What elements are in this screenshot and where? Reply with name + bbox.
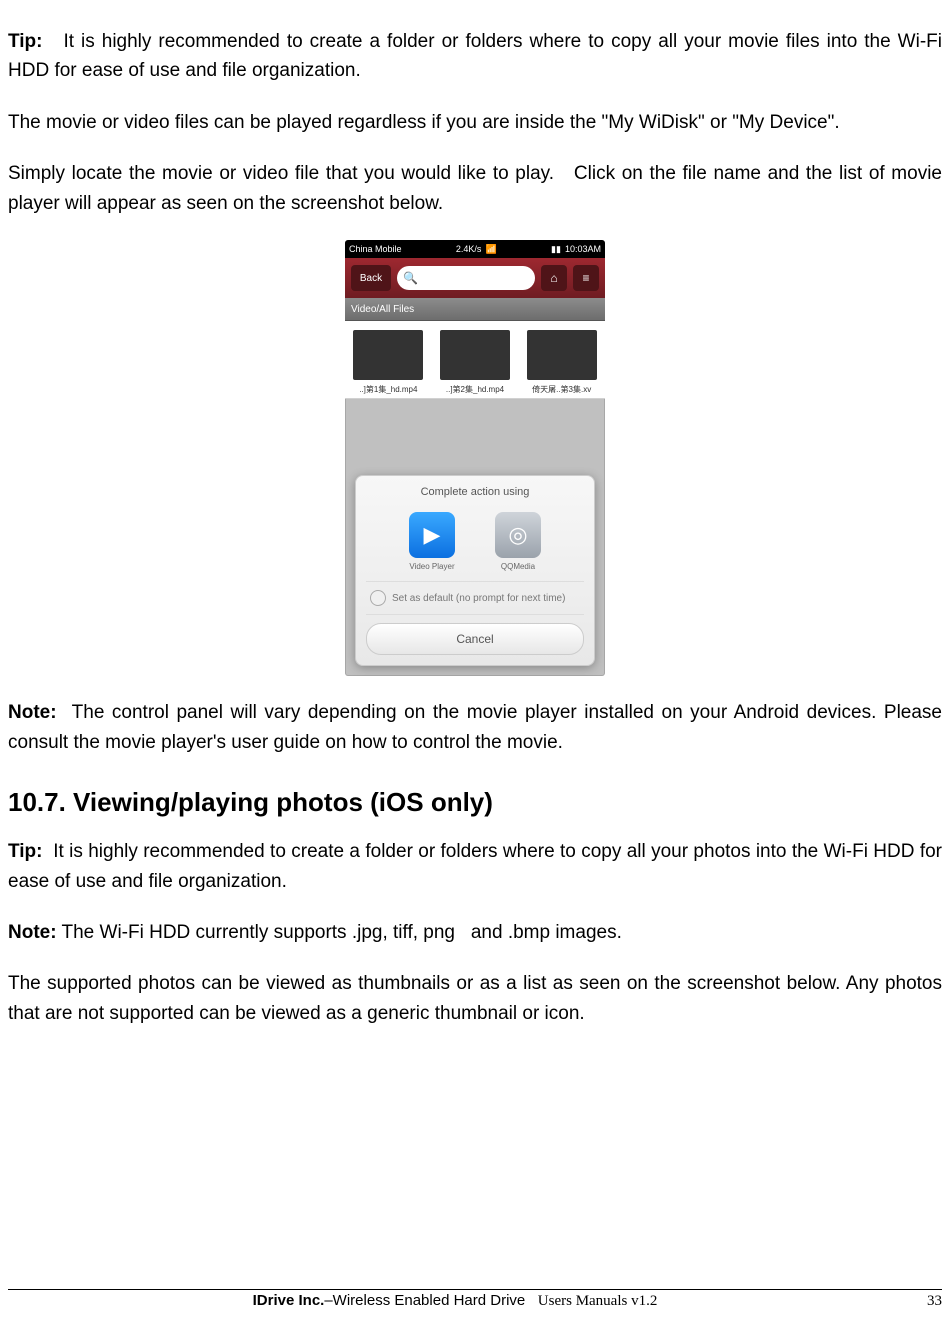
app-option-1-label: Video Player [409, 562, 454, 571]
speed-label: 2.4K/s [456, 244, 482, 254]
note-label-2: Note: [8, 922, 57, 943]
page-number: 33 [902, 1293, 942, 1310]
paragraph-3: Simply locate the movie or video file th… [8, 159, 942, 218]
video-thumb-3[interactable]: 倚天屠..第3集.xv [518, 321, 605, 399]
video-thumb-1[interactable]: ..]第1集_hd.mp4 [345, 321, 432, 399]
wifi-icon: 📶 [485, 244, 496, 255]
note-paragraph-1: Note: The control panel will vary depend… [8, 698, 942, 757]
action-sheet: Complete action using ▶ Video Player ◎ Q… [355, 475, 595, 666]
app-option-1[interactable]: ▶ Video Player [409, 512, 455, 571]
page-footer: IDrive Inc.–Wireless Enabled Hard Drive … [8, 1289, 942, 1310]
checkbox-icon [370, 590, 386, 606]
footer-right: Users Manuals v1.2 [538, 1293, 658, 1309]
status-bar: China Mobile 2.4K/s📶 ▮▮ 10:03AM [345, 240, 605, 258]
app-option-2-label: QQMedia [501, 562, 535, 571]
paragraph-2: The movie or video files can be played r… [8, 108, 942, 137]
note-text-2: The Wi-Fi HDD currently supports .jpg, t… [57, 922, 622, 943]
video-thumbnails-row: ..]第1集_hd.mp4 ..]第2集_hd.mp4 倚天屠..第3集.xv [345, 321, 605, 399]
screenshot-container: China Mobile 2.4K/s📶 ▮▮ 10:03AM Back 🔍 ⌂ … [8, 240, 942, 676]
tip-text-2: It is highly recommended to create a fol… [8, 841, 942, 891]
search-input[interactable]: 🔍 [397, 266, 535, 290]
tip-paragraph-2: Tip: It is highly recommended to create … [8, 837, 942, 896]
play-icon: ▶ [409, 512, 455, 558]
menu-icon[interactable]: ≡ [573, 265, 599, 291]
video-thumb-2-label: ..]第2集_hd.mp4 [446, 384, 504, 395]
set-default-label: Set as default (no prompt for next time) [392, 593, 565, 604]
footer-company-text: IDrive Inc. [253, 1292, 325, 1309]
footer-mid: –Wireless Enabled Hard Drive [324, 1292, 525, 1309]
time-label: 10:03AM [565, 244, 601, 254]
phone-screenshot: China Mobile 2.4K/s📶 ▮▮ 10:03AM Back 🔍 ⌂ … [345, 240, 605, 676]
app-navbar: Back 🔍 ⌂ ≡ [345, 258, 605, 298]
qq-icon: ◎ [495, 512, 541, 558]
tip-label-1: Tip: [8, 31, 42, 52]
note-paragraph-2: Note: The Wi-Fi HDD currently supports .… [8, 918, 942, 947]
section-heading: 10.7. Viewing/playing photos (iOS only) [8, 787, 942, 818]
search-icon: 🔍 [403, 271, 418, 285]
video-thumb-1-label: ..]第1集_hd.mp4 [359, 384, 417, 395]
note-label-1: Note: [8, 702, 57, 723]
tip-text-1: It is highly recommended to create a fol… [8, 31, 942, 81]
app-option-2[interactable]: ◎ QQMedia [495, 512, 541, 571]
cancel-button-label: Cancel [456, 632, 493, 646]
back-button-label: Back [360, 273, 382, 284]
footer-company: IDrive Inc. [253, 1292, 325, 1309]
video-thumb-2[interactable]: ..]第2集_hd.mp4 [432, 321, 519, 399]
tip-paragraph-1: Tip: It is highly recommended to create … [8, 27, 942, 86]
home-icon[interactable]: ⌂ [541, 265, 567, 291]
carrier-label: China Mobile [349, 244, 402, 254]
set-default-row[interactable]: Set as default (no prompt for next time) [366, 581, 584, 615]
cancel-button[interactable]: Cancel [366, 623, 584, 655]
video-thumb-3-label: 倚天屠..第3集.xv [532, 384, 591, 395]
paragraph-last: The supported photos can be viewed as th… [8, 969, 942, 1028]
back-button[interactable]: Back [351, 265, 391, 291]
path-bar-text: Video/All Files [351, 304, 414, 315]
path-bar: Video/All Files [345, 298, 605, 321]
action-sheet-title: Complete action using [366, 482, 584, 506]
tip-label-2: Tip: [8, 841, 42, 862]
note-text-1: The control panel will vary depending on… [8, 702, 942, 752]
battery-icon: ▮▮ [551, 244, 561, 255]
